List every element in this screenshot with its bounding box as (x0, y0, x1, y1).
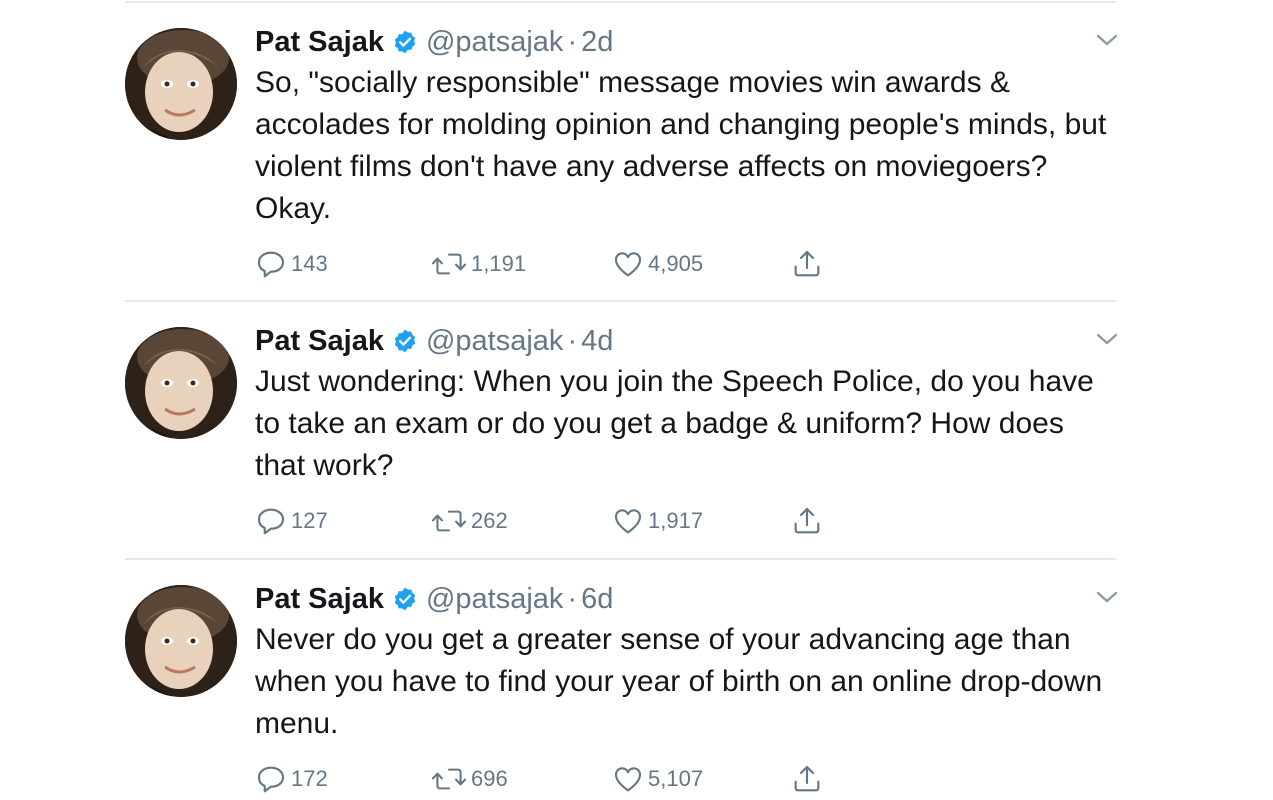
retweet-button[interactable]: 696 (431, 761, 508, 797)
divider (125, 1, 1116, 3)
tweet-header: Pat Sajak @patsajak · 6d (255, 579, 613, 619)
display-name[interactable]: Pat Sajak (255, 583, 384, 616)
verified-badge-icon (392, 586, 418, 612)
reply-icon (255, 763, 287, 795)
retweet-button[interactable]: 1,191 (431, 246, 526, 282)
chevron-down-icon[interactable] (1094, 329, 1120, 349)
timestamp[interactable]: 6d (581, 583, 613, 616)
display-name[interactable]: Pat Sajak (255, 26, 384, 59)
tweet-actions: 172 696 5,107 (255, 761, 855, 797)
display-name[interactable]: Pat Sajak (255, 325, 384, 358)
heart-icon (612, 505, 644, 537)
reply-icon (255, 505, 287, 537)
reply-count: 143 (291, 251, 328, 276)
like-button[interactable]: 4,905 (612, 246, 703, 282)
verified-badge-icon (392, 29, 418, 55)
like-button[interactable]: 5,107 (612, 761, 703, 797)
share-button[interactable] (791, 761, 823, 797)
user-handle[interactable]: @patsajak (426, 26, 563, 59)
share-icon (791, 248, 823, 280)
share-icon (791, 763, 823, 795)
retweet-icon (431, 763, 467, 795)
share-button[interactable] (791, 246, 823, 282)
tweet-header: Pat Sajak @patsajak · 4d (255, 321, 613, 361)
retweet-button[interactable]: 262 (431, 503, 508, 539)
retweet-icon (431, 248, 467, 280)
retweet-count: 262 (471, 508, 508, 533)
heart-icon (612, 248, 644, 280)
heart-icon (612, 763, 644, 795)
tweet-actions: 143 1,191 4,905 (255, 246, 855, 282)
timeline: Pat Sajak @patsajak · 2d So, "socially r… (0, 0, 1273, 800)
user-handle[interactable]: @patsajak (426, 325, 563, 358)
reply-count: 172 (291, 766, 328, 791)
chevron-down-icon[interactable] (1094, 587, 1120, 607)
divider (125, 558, 1116, 560)
avatar[interactable] (125, 28, 237, 140)
timestamp[interactable]: 2d (581, 26, 613, 59)
like-count: 4,905 (648, 251, 704, 276)
reply-count: 127 (291, 508, 328, 533)
share-button[interactable] (791, 503, 823, 539)
retweet-count: 1,191 (471, 251, 527, 276)
tweet-actions: 127 262 1,917 (255, 503, 855, 539)
share-icon (791, 505, 823, 537)
avatar[interactable] (125, 327, 237, 439)
separator-dot: · (567, 25, 578, 58)
divider (125, 300, 1116, 302)
like-button[interactable]: 1,917 (612, 503, 703, 539)
chevron-down-icon[interactable] (1094, 30, 1120, 50)
tweet-text: Never do you get a greater sense of your… (255, 623, 1103, 740)
user-handle[interactable]: @patsajak (426, 583, 563, 616)
tweet-header: Pat Sajak @patsajak · 2d (255, 22, 613, 62)
tweet-text: Just wondering: When you join the Speech… (255, 365, 1094, 482)
timestamp[interactable]: 4d (581, 325, 613, 358)
verified-badge-icon (392, 328, 418, 354)
retweet-count: 696 (471, 766, 508, 791)
tweet-text: So, "socially responsible" message movie… (255, 66, 1107, 225)
retweet-icon (431, 505, 467, 537)
like-count: 1,917 (648, 508, 704, 533)
separator-dot: · (567, 324, 578, 357)
reply-button[interactable]: 143 (255, 246, 328, 282)
reply-icon (255, 248, 287, 280)
separator-dot: · (567, 582, 578, 615)
reply-button[interactable]: 172 (255, 761, 328, 797)
like-count: 5,107 (648, 766, 704, 791)
avatar[interactable] (125, 585, 237, 697)
reply-button[interactable]: 127 (255, 503, 328, 539)
